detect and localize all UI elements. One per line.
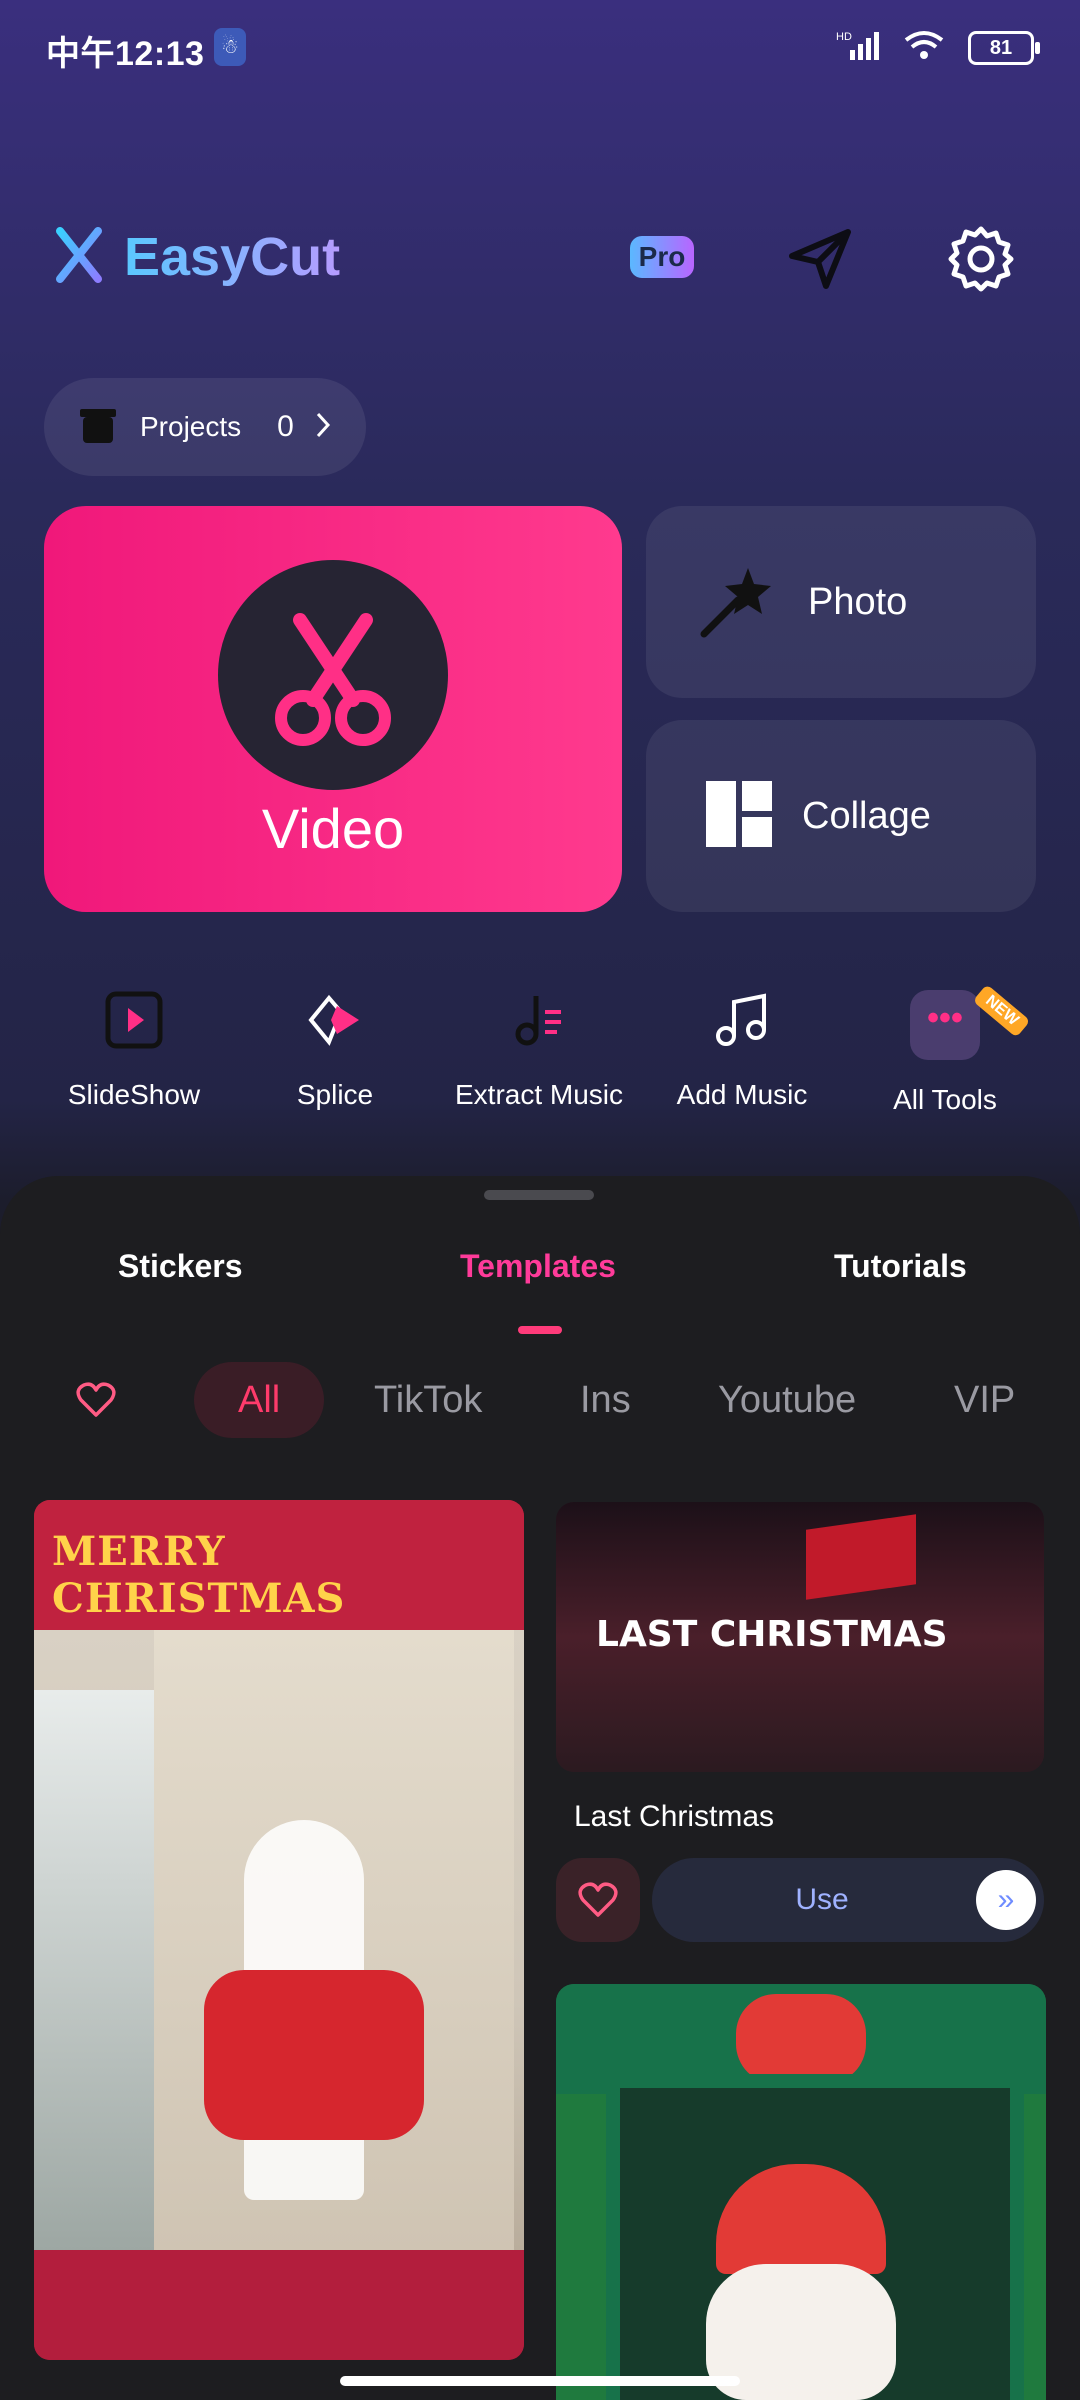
double-chevron-icon: » [976, 1870, 1036, 1930]
all-tools-icon: ••• NEW [855, 984, 1035, 1060]
template-title: Last Christmas [574, 1800, 775, 1833]
filter-chip-ins[interactable]: Ins [580, 1362, 631, 1438]
collage-grid-icon [706, 780, 772, 852]
template-photo-image [34, 1630, 524, 2250]
filter-chip-all[interactable]: All [194, 1362, 325, 1438]
status-indicators: HD 81 [836, 28, 1040, 67]
card-overlay-text: MERRY CHRISTMAS [52, 1528, 346, 1622]
template-card-last-christmas[interactable]: LAST CHRISTMAS [556, 1502, 1044, 1772]
collage-label: Collage [802, 794, 931, 837]
tool-label: Add Music [676, 1079, 808, 1110]
template-card-merry-christmas[interactable]: MERRY CHRISTMAS [34, 1500, 524, 2360]
tool-all-tools[interactable]: ••• NEW All Tools [855, 984, 1035, 1116]
video-label: Video [261, 797, 405, 860]
tool-extract-music[interactable]: Extract Music [449, 985, 629, 1111]
like-button[interactable] [556, 1858, 640, 1942]
tool-splice[interactable]: Splice [245, 985, 425, 1111]
home-indicator[interactable] [340, 2376, 740, 2386]
splice-icon [245, 985, 425, 1055]
sheet-drag-handle[interactable] [484, 1190, 594, 1200]
collage-tile[interactable]: Collage [646, 720, 1036, 912]
pro-button[interactable]: Pro [630, 236, 694, 278]
status-time: 中午12:13 [46, 35, 205, 73]
projects-box-icon [78, 405, 118, 450]
tab-templates[interactable]: Templates [460, 1248, 616, 1285]
christmas-tree-image [34, 1690, 154, 2250]
photo-editor-tile[interactable]: Photo [646, 506, 1036, 698]
filter-chip-tiktok[interactable]: TikTok [374, 1362, 482, 1438]
tab-stickers[interactable]: Stickers [118, 1248, 243, 1285]
tool-label: SlideShow [67, 1079, 201, 1110]
photo-label: Photo [808, 580, 908, 623]
filter-chip-youtube[interactable]: Youtube [718, 1362, 856, 1438]
video-editor-tile[interactable]: Video [44, 506, 622, 912]
red-bow-image [736, 1994, 866, 2084]
scissors-icon [218, 560, 448, 790]
tool-slideshow[interactable]: SlideShow [44, 985, 224, 1111]
app-logo: EasyCut [46, 226, 340, 288]
tool-label: Splice [296, 1079, 374, 1110]
template-card-santa[interactable] [556, 1984, 1046, 2400]
new-badge: NEW [972, 984, 1031, 1038]
more-dots-icon: ••• [910, 990, 980, 1060]
tool-label: Extract Music [454, 1079, 624, 1110]
network-type: HD [836, 31, 852, 43]
tab-tutorials[interactable]: Tutorials [834, 1248, 967, 1285]
extract-music-icon [449, 985, 629, 1055]
share-send-icon[interactable] [786, 224, 856, 294]
battery-indicator: 81 [968, 30, 1040, 65]
projects-count: 0 [277, 410, 294, 443]
easycut-logo-icon [46, 226, 104, 288]
slideshow-icon [44, 985, 224, 1055]
thumbnail-text: LAST CHRISTMAS [596, 1614, 948, 1655]
wifi-icon [902, 28, 946, 67]
settings-gear-icon[interactable] [946, 224, 1016, 294]
use-template-button[interactable]: Use » [652, 1858, 1044, 1942]
add-music-icon [652, 985, 832, 1055]
magic-wand-star-icon [698, 560, 778, 645]
projects-button[interactable]: Projects 0 [44, 378, 366, 476]
red-outfit [204, 1970, 424, 2140]
chevron-right-icon [314, 410, 334, 445]
tool-add-music[interactable]: Add Music [652, 985, 832, 1111]
favorites-heart-icon[interactable] [76, 1382, 116, 1423]
projects-label: Projects [140, 411, 242, 442]
heart-icon [578, 1882, 618, 1923]
tool-label: All Tools [893, 1084, 997, 1115]
app-name: EasyCut [124, 227, 341, 287]
filter-chip-vip[interactable]: VIP [954, 1362, 1015, 1438]
signal-icon: HD [836, 28, 880, 67]
notification-badge-icon: ☃ [214, 28, 246, 66]
active-tab-indicator [518, 1326, 562, 1334]
use-label: Use [795, 1883, 849, 1916]
status-bar: 中午12:13 ☃ HD 81 [0, 0, 1080, 96]
card-footer-band [34, 2250, 524, 2360]
